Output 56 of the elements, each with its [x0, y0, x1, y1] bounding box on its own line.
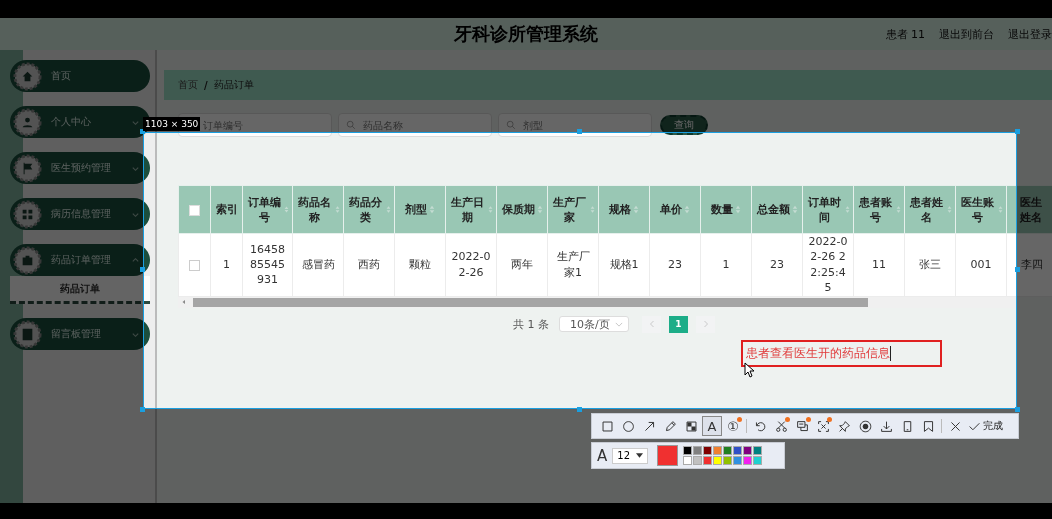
column-header: 患者账号: [857, 194, 893, 225]
sidebar-item[interactable]: 医生预约管理: [10, 152, 150, 184]
page-size-select[interactable]: 10条/页: [559, 316, 629, 333]
column-header: 总金额: [756, 202, 790, 217]
number-tool-button[interactable]: ①: [723, 416, 743, 436]
column-header: 医生账号: [959, 194, 995, 225]
table-cell: 001: [970, 258, 992, 272]
text-annotation[interactable]: 患者查看医生开的药品信息: [741, 340, 942, 367]
table-cell: 1: [223, 258, 230, 272]
font-size-select[interactable]: 12: [612, 447, 649, 464]
column-header: 数量: [711, 202, 733, 217]
page-button[interactable]: 1: [669, 315, 688, 333]
column-header: 保质期: [501, 202, 535, 217]
sidebar-item[interactable]: 病历信息管理: [10, 198, 150, 230]
column-header: 订单时间: [806, 194, 842, 225]
user-label: 患者 11: [885, 26, 925, 42]
column-header: 生产日期: [449, 194, 485, 225]
table-cell: 1: [722, 258, 730, 272]
table-cell: 颗粒: [409, 258, 431, 272]
column-header: 订单编号: [246, 194, 282, 225]
column-header: 医生姓名: [1019, 194, 1043, 225]
column-header: 索引: [215, 202, 238, 217]
column-header: 生产厂家: [551, 194, 587, 225]
column-header: 药品分类: [347, 194, 383, 225]
sidebar-subitem[interactable]: 药品订单: [10, 276, 150, 304]
table-cell: 2022-02-26: [451, 250, 491, 279]
table-cell: 1645885545931: [250, 242, 285, 287]
done-button[interactable]: 完成: [966, 416, 1005, 436]
table-cell: 西药: [358, 258, 380, 272]
column-header: 规格: [609, 202, 631, 217]
table-cell: 张三: [919, 258, 941, 272]
header-link[interactable]: 退出登录: [1008, 26, 1052, 42]
search-button[interactable]: 查询: [660, 115, 708, 135]
table-cell: 生产厂家1: [556, 250, 590, 279]
app-title: 牙科诊所管理系统: [454, 22, 598, 46]
header-link[interactable]: 退出到前台: [939, 26, 994, 42]
breadcrumb-separator: /: [204, 79, 208, 91]
text-tool-button[interactable]: A: [702, 416, 722, 436]
column-header: 剂型: [405, 202, 427, 217]
table-cell: 2022-02-26 22:25:45: [808, 235, 848, 295]
sidebar-item[interactable]: 留言板管理: [10, 318, 150, 350]
sidebar-item[interactable]: 首页: [10, 60, 150, 92]
column-header: 患者姓名: [908, 194, 944, 225]
selection-size-label: 1103 × 350: [143, 117, 201, 131]
table-cell: 两年: [511, 258, 533, 272]
table-cell: 规格1: [609, 258, 639, 272]
table-cell: 11: [872, 258, 886, 272]
table-cell: 23: [770, 258, 784, 272]
font-glyph: A: [597, 446, 608, 465]
table-cell: 李四: [1021, 258, 1043, 272]
column-header: 药品名称: [296, 194, 332, 225]
table-cell: 感冒药: [301, 258, 335, 272]
table-cell: 23: [668, 258, 682, 272]
column-header: 单价: [660, 202, 682, 217]
total-count: 共 1 条: [513, 316, 549, 332]
breadcrumb-item: 药品订单: [213, 78, 254, 92]
